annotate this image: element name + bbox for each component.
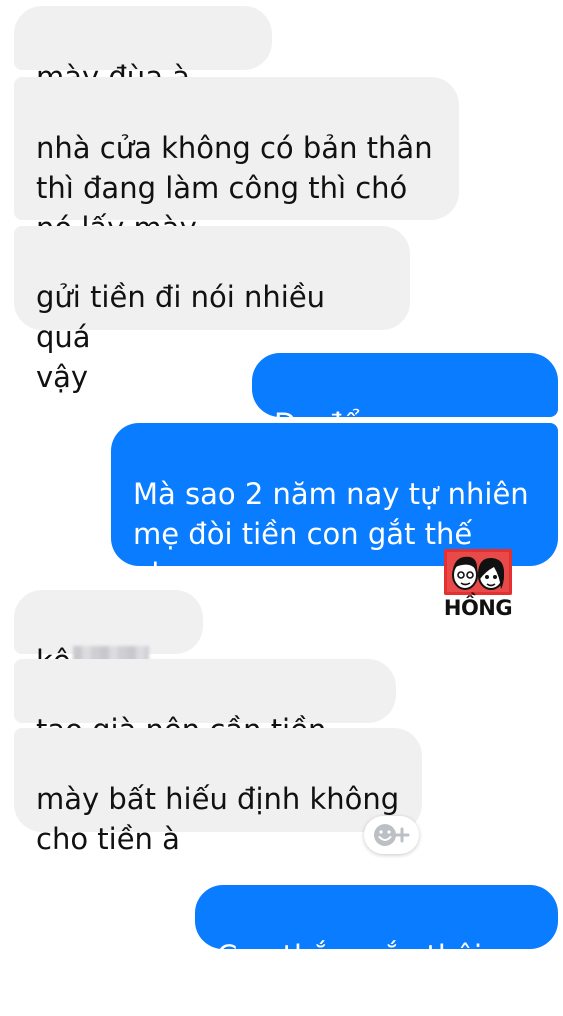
watermark-text: HỒNG <box>443 596 513 620</box>
add-reaction-button[interactable] <box>364 816 419 854</box>
outgoing-message[interactable]: Dạ để con chuyển <box>252 353 558 481</box>
incoming-message[interactable]: gửi tiền đi nói nhiều quá vậy <box>14 226 410 394</box>
smiley-plus-icon <box>374 824 410 846</box>
outgoing-message[interactable]: Mà sao 2 năm nay tự nhiên mẹ đòi tiền co… <box>111 423 558 631</box>
incoming-message[interactable]: tao già nên cần tiền sài <box>14 659 396 787</box>
incoming-message[interactable]: nhà cửa không có bản thân thì đang làm c… <box>14 77 459 245</box>
outgoing-message[interactable]: Con thắc mắc thôi mà <box>195 885 558 1013</box>
hong-watermark-logo: HỒNG <box>441 549 515 623</box>
incoming-message[interactable]: mày đùa à con <box>14 6 272 134</box>
incoming-message[interactable]: mày bất hiếu định không cho tiền à <box>14 728 422 856</box>
cartoon-couple-icon <box>444 549 512 595</box>
message-text: Con thắc mắc thôi mà <box>217 939 483 1013</box>
incoming-message[interactable]: kệtao <box>14 590 203 718</box>
message-text: mày bất hiếu định không cho tiền à <box>36 782 400 856</box>
